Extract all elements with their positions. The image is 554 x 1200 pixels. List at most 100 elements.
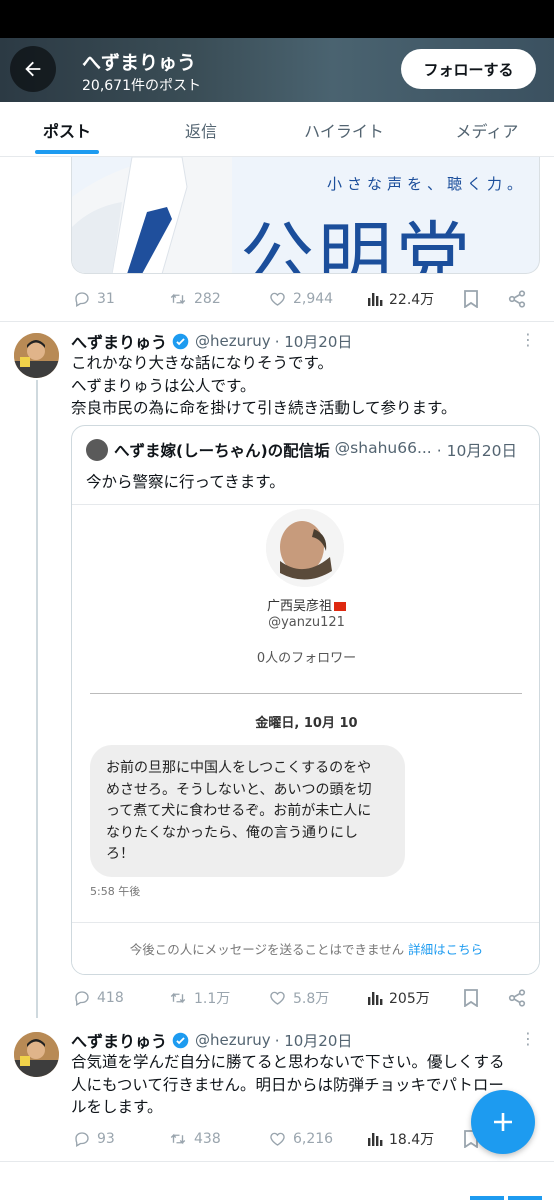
quote-date: · 10月20日 (436, 442, 518, 460)
reply-button[interactable]: 31 (73, 286, 115, 312)
reply-icon (75, 1132, 89, 1147)
verified-icon (172, 1032, 189, 1048)
tab-highlights[interactable]: ハイライト (268, 102, 420, 157)
dm-footer-text: 今後この人にメッセージを送ることはできません (129, 942, 405, 957)
tab-media[interactable]: メディア (420, 102, 554, 157)
quote-text: 今から警察に行ってきます。 (86, 473, 285, 491)
dm-user-name: 广西吴彦祖 (72, 595, 539, 614)
quote-avatar (86, 439, 108, 461)
tweet-text-line: これかなり大きな話になりそうです。 (71, 354, 333, 372)
reply-button[interactable]: 93 (73, 1126, 115, 1152)
dm-user-handle: @yanzu121 (268, 615, 345, 630)
repost-count: 282 (194, 291, 221, 307)
like-icon (270, 991, 285, 1005)
back-button[interactable] (10, 46, 56, 92)
avatar-photo (14, 333, 59, 378)
reply-count: 418 (97, 990, 124, 1006)
reply-count: 93 (97, 1131, 115, 1147)
more-options-icon[interactable]: ⋮ (520, 1029, 536, 1048)
dm-message-line: めさせろ。そうしないと、あいつの頭を切 (106, 781, 372, 798)
person-figure (72, 157, 232, 273)
tweet-image[interactable]: 小さな声を、聴く力。 公明党 (71, 157, 540, 274)
dm-followers: 0人のフォロワー (256, 651, 357, 666)
bottom-bar-accent (470, 1196, 504, 1200)
repost-button[interactable]: 438 (168, 1126, 221, 1152)
like-icon (270, 1132, 285, 1146)
thread-connector (36, 380, 38, 1018)
verified-icon (172, 333, 189, 349)
tweet-date[interactable]: · 10月20日 (275, 331, 353, 352)
views-icon (368, 992, 383, 1005)
author-name[interactable]: へずまりゅう (71, 1028, 167, 1052)
author-handle[interactable]: @hezuruy (195, 332, 271, 350)
image-catchphrase: 小さな声を、聴く力。 (326, 175, 527, 193)
repost-icon (170, 992, 186, 1004)
repost-button[interactable]: 282 (168, 286, 221, 312)
tab-replies[interactable]: 返信 (134, 102, 268, 157)
avatar-photo (14, 1032, 59, 1077)
dm-screenshot: 广西吴彦祖 @yanzu121 0人のフォロワー 金曜日, 10月 10 お前の… (72, 504, 539, 974)
views-button[interactable]: 18.4万 (367, 1126, 434, 1152)
bookmark-button[interactable] (463, 286, 485, 312)
views-button[interactable]: 22.4万 (367, 286, 434, 312)
dm-message-line: お前の旦那に中国人をしつこくするのをや (106, 760, 372, 776)
tweet-divider (0, 1161, 554, 1162)
author-name[interactable]: へずまりゅう (71, 329, 167, 353)
dm-message-line: ろ！ (106, 846, 134, 862)
repost-count: 1.1万 (194, 991, 231, 1007)
share-button[interactable] (508, 985, 532, 1011)
china-flag-icon (334, 602, 346, 611)
dm-avatar (266, 509, 344, 587)
views-icon (368, 1133, 383, 1146)
avatar[interactable] (14, 333, 59, 378)
follow-button[interactable]: フォローする (401, 49, 536, 89)
reply-count: 31 (97, 291, 115, 307)
author-handle[interactable]: @hezuruy (195, 1031, 271, 1049)
avatar[interactable] (14, 1032, 59, 1077)
tweet-divider (0, 321, 554, 322)
compose-button[interactable] (471, 1090, 535, 1154)
share-icon (508, 989, 526, 1007)
tweet-text: これかなり大きな話になりそうです。 へずまりゅうは公人です。 奈良市民の為に命を… (71, 352, 536, 420)
profile-header: へずまりゅう 20,671件のポスト フォローする (0, 38, 554, 102)
like-count: 5.8万 (293, 991, 330, 1007)
like-button[interactable]: 5.8万 (268, 985, 329, 1011)
profile-tabs: ポスト 返信 ハイライト メディア (0, 102, 554, 157)
tab-posts[interactable]: ポスト (0, 102, 134, 157)
repost-button[interactable]: 1.1万 (168, 985, 230, 1011)
dm-avatar-photo (266, 509, 344, 587)
reply-button[interactable]: 418 (73, 985, 124, 1011)
quote-author-name: へずま嫁(しーちゃん)の配信垢 (114, 442, 330, 460)
dm-message-bubble: お前の旦那に中国人をしつこくするのをや めさせろ。そうしないと、あいつの頭を切 … (90, 745, 405, 877)
dm-footer-divider (72, 922, 539, 923)
views-button[interactable]: 205万 (367, 985, 430, 1011)
post-count: 20,671件のポスト (82, 78, 201, 94)
more-options-icon[interactable]: ⋮ (520, 330, 536, 349)
dm-message-line: なりたくなかったら、俺の言う通りにし (106, 824, 358, 841)
tweet-date[interactable]: · 10月20日 (275, 1030, 353, 1051)
tweet-text-line: 人にもついて行きません。明日からは防弾チョッキでパトロー (71, 1075, 504, 1094)
view-count: 22.4万 (389, 292, 435, 308)
like-button[interactable]: 6,216 (268, 1126, 333, 1152)
views-icon (368, 293, 383, 306)
like-count: 6,216 (293, 1131, 334, 1147)
tweet-text: 合気道を学んだ自分に勝てると思わないで下さい。優しくする 人にもついて行きません… (71, 1051, 541, 1119)
dm-separator (90, 693, 522, 694)
view-count: 18.4万 (389, 1132, 435, 1148)
active-tab-indicator (35, 150, 99, 154)
dm-date: 金曜日, 10月 10 (255, 716, 358, 731)
dm-user-name-text: 广西吴彦祖 (266, 599, 332, 614)
reply-icon (75, 991, 89, 1006)
bookmark-button[interactable] (463, 985, 485, 1011)
tweet-author-row: へずまりゅう @hezuruy · 10月20日 (71, 1029, 352, 1051)
quote-tweet[interactable]: へずま嫁(しーちゃん)の配信垢 @shahu66... · 10月20日 今から… (71, 425, 540, 975)
tweet-actions: 93 438 6,216 18.4万 (71, 1126, 531, 1152)
like-button[interactable]: 2,944 (268, 286, 333, 312)
dm-footer-link: 詳細はこちら (408, 942, 484, 957)
share-button[interactable] (508, 286, 532, 312)
view-count: 205万 (389, 991, 430, 1007)
repost-count: 438 (194, 1131, 221, 1147)
reply-icon (75, 292, 89, 307)
profile-name: へずまりゅう (82, 52, 197, 74)
dm-message-line: って煮て犬に食わせるぞ。お前が未亡人に (106, 803, 372, 819)
